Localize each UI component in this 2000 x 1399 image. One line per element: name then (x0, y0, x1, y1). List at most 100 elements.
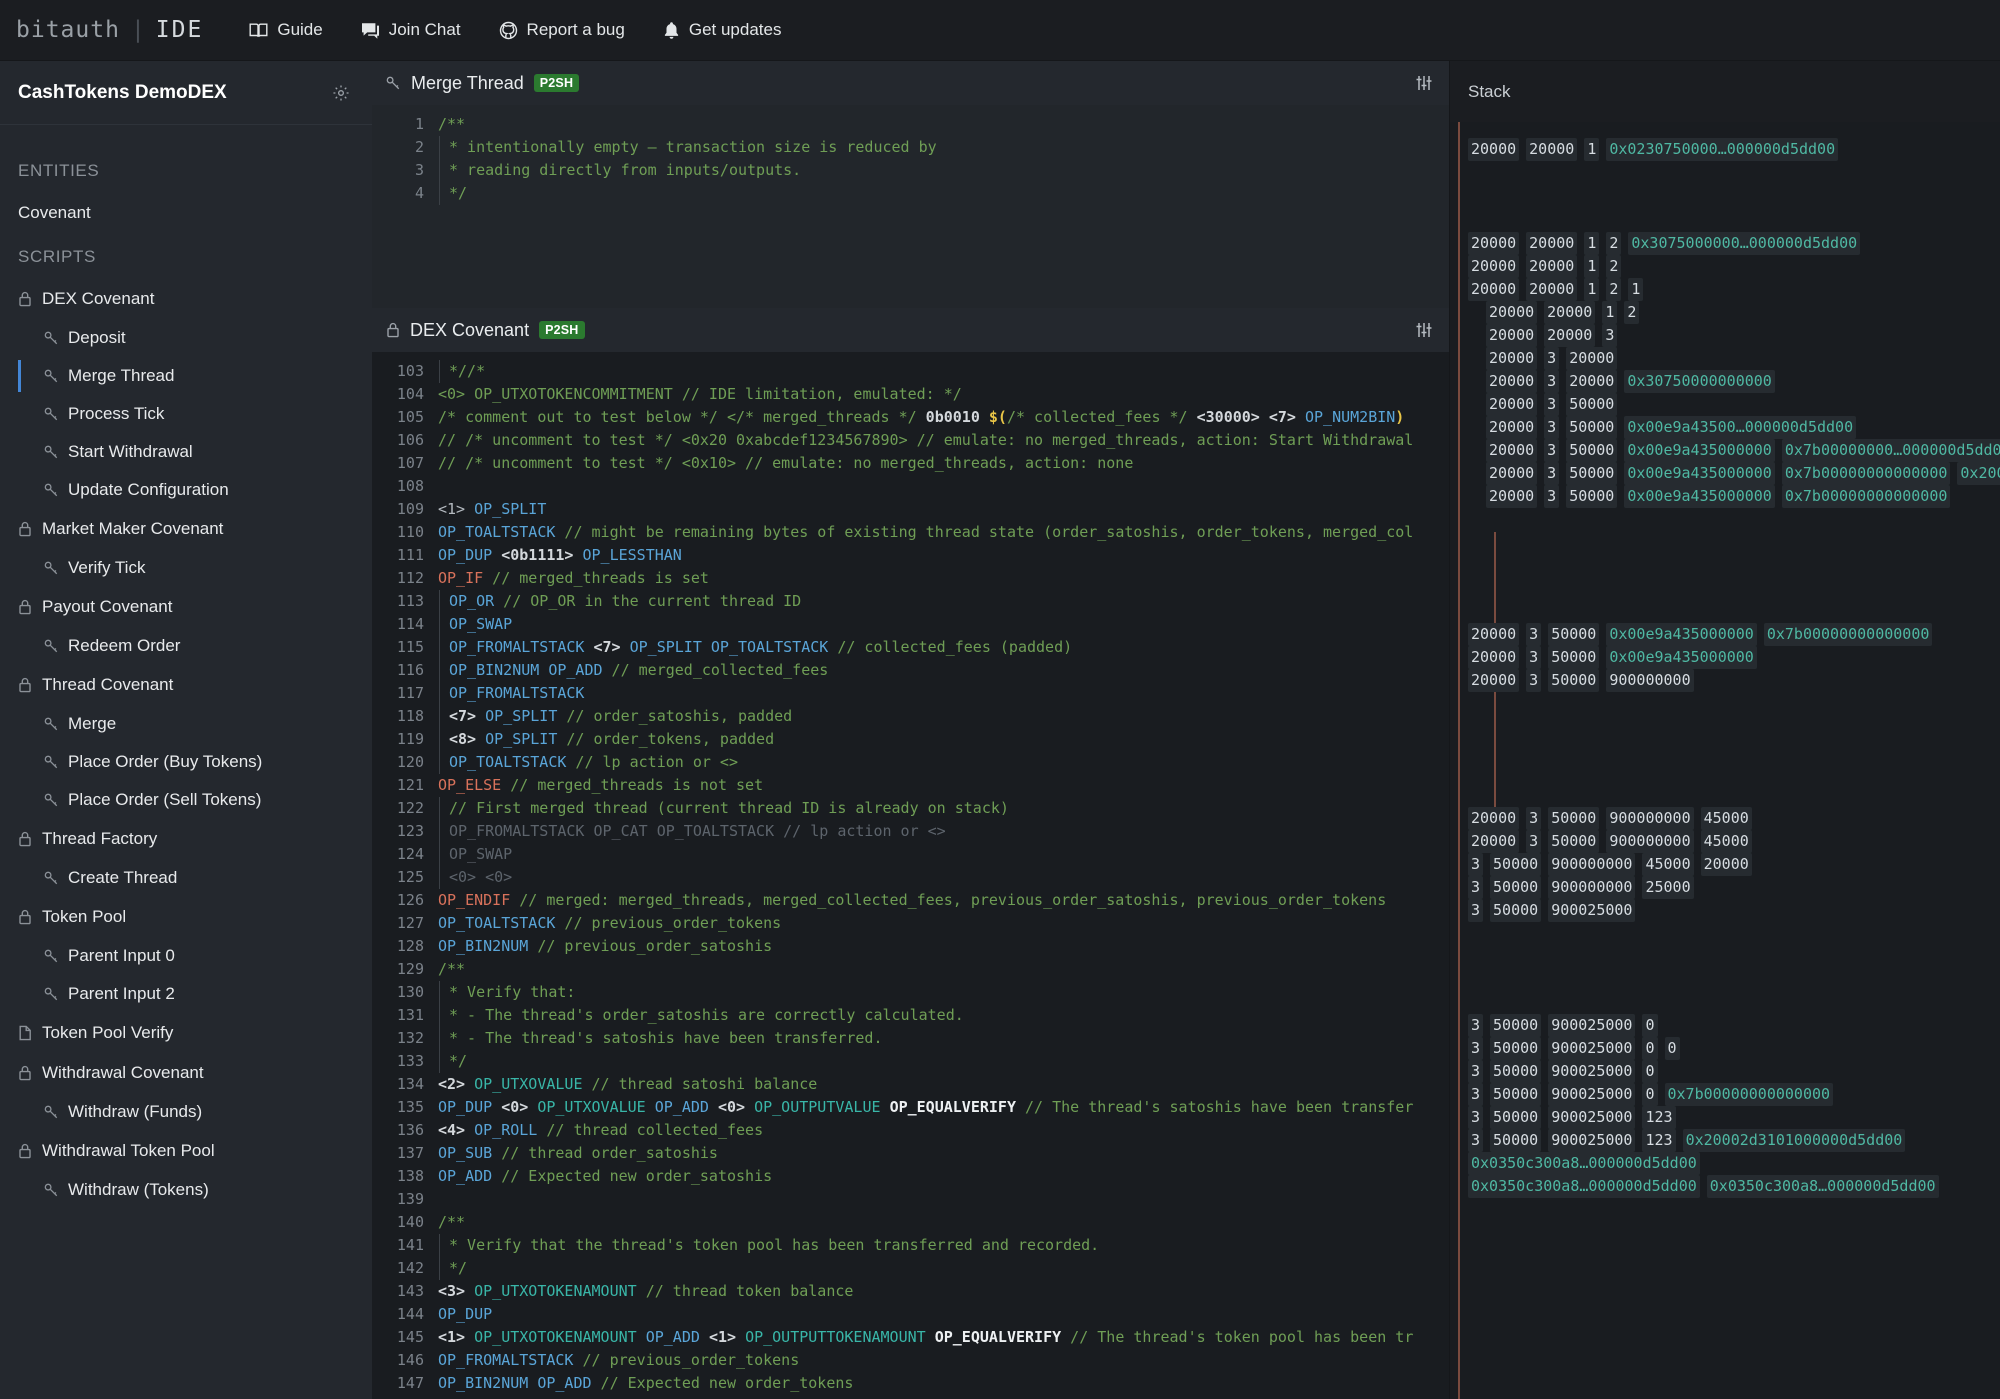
sidebar-script-item[interactable]: Create Thread (0, 859, 372, 897)
sliders-icon[interactable] (1415, 75, 1433, 91)
stack-item: 3 (1526, 669, 1542, 692)
sidebar-script-item[interactable]: Withdraw (Funds) (0, 1093, 372, 1131)
stack-rows-container[interactable]: 20000 20000 1 0x0230750000…000000d5dd00 2000… (1450, 122, 2000, 1399)
sliders-icon[interactable] (1415, 322, 1433, 338)
stack-item: 20000 (1566, 370, 1618, 393)
stack-item: 2 (1606, 232, 1622, 255)
code-text: * Verify that: (439, 981, 575, 1004)
stack-item: 900025000 (1548, 899, 1636, 922)
code-line: 118 <7> OP_SPLIT // order_satoshis, padde… (372, 705, 1449, 728)
stack-row: 20000 20000 1 2 (1450, 255, 1622, 278)
nav-join-chat[interactable]: Join Chat (361, 20, 461, 40)
sidebar-item-covenant[interactable]: Covenant (0, 193, 372, 233)
line-number: 142 (396, 1259, 424, 1277)
line-number: 140 (396, 1213, 424, 1231)
sidebar-script-item[interactable]: Start Withdrawal (0, 433, 372, 471)
line-number: 136 (396, 1121, 424, 1139)
stack-item: 0 (1642, 1037, 1658, 1060)
key-icon (44, 331, 59, 346)
nav-get-updates[interactable]: Get updates (663, 20, 781, 40)
sidebar-script-item[interactable]: Withdraw (Tokens) (0, 1171, 372, 1209)
sidebar-script-group[interactable]: Market Maker Covenant (0, 509, 372, 549)
app-logo[interactable]: bitauth | IDE (16, 17, 203, 43)
stack-item: 1 (1584, 278, 1600, 301)
sidebar-script-item-label: Process Tick (68, 404, 165, 423)
sidebar-script-item[interactable]: Redeem Order (0, 627, 372, 665)
stack-item: 20000 (1544, 324, 1596, 347)
stack-item: 50000 (1490, 1106, 1542, 1129)
editor-dex-covenant[interactable]: 103 *//* 104 <0> OP_UTXOTOKENCOMMITMENT // … (372, 352, 1449, 1399)
sidebar-script-item[interactable]: Deposit (0, 319, 372, 357)
nav-report-bug-label: Report a bug (526, 20, 625, 39)
stack-item: 20000 (1566, 347, 1618, 370)
pane-merge-thread-title: Merge Thread (411, 72, 524, 93)
line-number: 109 (396, 500, 424, 518)
stack-item: 2 (1606, 278, 1622, 301)
sidebar-script-group[interactable]: Withdrawal Token Pool (0, 1131, 372, 1171)
nav-report-bug[interactable]: Report a bug (499, 20, 625, 40)
stack-row: 20000 20000 1 0x0230750000…000000d5dd00 (1450, 138, 1839, 161)
sidebar-script-item-label: Place Order (Buy Tokens) (68, 752, 263, 771)
stack-item: 0x0230750000…000000d5dd00 (1606, 138, 1839, 161)
code-line: 146 OP_FROMALTSTACK // previous_order_tok… (372, 1349, 1449, 1372)
stack-item: 900000000 (1548, 876, 1636, 899)
nav-join-chat-label: Join Chat (388, 20, 461, 39)
code-text: OP_BIN2NUM // previous_order_satoshis (438, 937, 773, 955)
sidebar-script-group[interactable]: Token Pool Verify (0, 1013, 372, 1053)
sidebar-script-item[interactable]: Parent Input 0 (0, 937, 372, 975)
nav-guide[interactable]: Guide (249, 20, 323, 40)
project-title: CashTokens DemoDEX (18, 81, 227, 103)
sidebar-script-item[interactable]: Place Order (Sell Tokens) (0, 781, 372, 819)
entities-section-label: ENTITIES (18, 161, 100, 180)
pane-dex-covenant-badge: P2SH (539, 321, 585, 339)
stack-item: 3 (1468, 1129, 1484, 1152)
sidebar-script-item-label: Place Order (Sell Tokens) (68, 790, 262, 809)
stack-item: 0x00e9a435000000 (1606, 646, 1757, 669)
sidebar-script-group[interactable]: Payout Covenant (0, 587, 372, 627)
sidebar-script-item-label: Deposit (68, 328, 126, 347)
line-number: 134 (396, 1075, 424, 1093)
code-text: OP_BIN2NUM OP_ADD // Expected new order_… (438, 1374, 854, 1392)
sidebar-script-group[interactable]: DEX Covenant (0, 279, 372, 319)
gear-icon[interactable] (332, 84, 350, 102)
stack-row: 20000 20000 1 2 (1450, 301, 1640, 324)
sidebar-script-item[interactable]: Parent Input 2 (0, 975, 372, 1013)
line-number: 135 (396, 1098, 424, 1116)
code-line: 104 <0> OP_UTXOTOKENCOMMITMENT // IDE lim… (372, 383, 1449, 406)
code-text: OP_FROMALTSTACK // Carry over LP action … (438, 1395, 871, 1399)
code-line: 139 (372, 1188, 1449, 1211)
stack-item: 900025000 (1548, 1106, 1636, 1129)
sidebar-script-group-label: DEX Covenant (42, 289, 155, 308)
sidebar-script-item[interactable]: Place Order (Buy Tokens) (0, 743, 372, 781)
code-line: 128 OP_BIN2NUM // previous_order_satoshis (372, 935, 1449, 958)
sidebar-script-group[interactable]: Token Pool (0, 897, 372, 937)
stack-item: 20000 (1468, 669, 1520, 692)
sidebar-script-item[interactable]: Process Tick (0, 395, 372, 433)
code-text: // First merged thread (current thread I… (439, 797, 1009, 820)
stack-item: 50000 (1490, 1060, 1542, 1083)
line-number: 110 (396, 523, 424, 541)
bell-icon (663, 21, 680, 40)
stack-item: 50000 (1490, 1014, 1542, 1037)
code-text: OP_DUP (438, 1305, 493, 1323)
code-text: // /* uncomment to test */ <0x20 0xabcde… (438, 431, 1414, 449)
sidebar-script-group[interactable]: Thread Covenant (0, 665, 372, 705)
sidebar-script-group[interactable]: Thread Factory (0, 819, 372, 859)
stack-row: 20000 3 20000 0x30750000000000 (1450, 370, 1775, 393)
sidebar-script-item[interactable]: Verify Tick (0, 549, 372, 587)
key-icon (44, 755, 59, 770)
stack-item: 123 (1642, 1129, 1676, 1152)
code-line: 145 <1> OP_UTXOTOKENAMOUNT OP_ADD <1> OP_… (372, 1326, 1449, 1349)
sidebar-script-item[interactable]: Merge (0, 705, 372, 743)
sidebar-scroll[interactable]: ENTITIES Covenant SCRIPTS DEX Covenant De… (0, 125, 372, 1399)
sidebar-script-item[interactable]: Merge Thread (0, 357, 372, 395)
sidebar-script-item[interactable]: Update Configuration (0, 471, 372, 509)
stack-item: 20000 (1486, 393, 1538, 416)
sidebar-script-item-label: Withdraw (Tokens) (68, 1180, 209, 1199)
scripts-list: DEX Covenant Deposit Merge Thread Process T… (0, 279, 372, 1209)
sidebar-script-item-label: Start Withdrawal (68, 442, 193, 461)
sidebar-script-group[interactable]: Withdrawal Covenant (0, 1053, 372, 1093)
line-number: 143 (396, 1282, 424, 1300)
stack-item: 3 (1468, 1014, 1484, 1037)
editor-merge-thread[interactable]: 1 /** 2 * intentionally empty — transaction… (372, 105, 1449, 308)
